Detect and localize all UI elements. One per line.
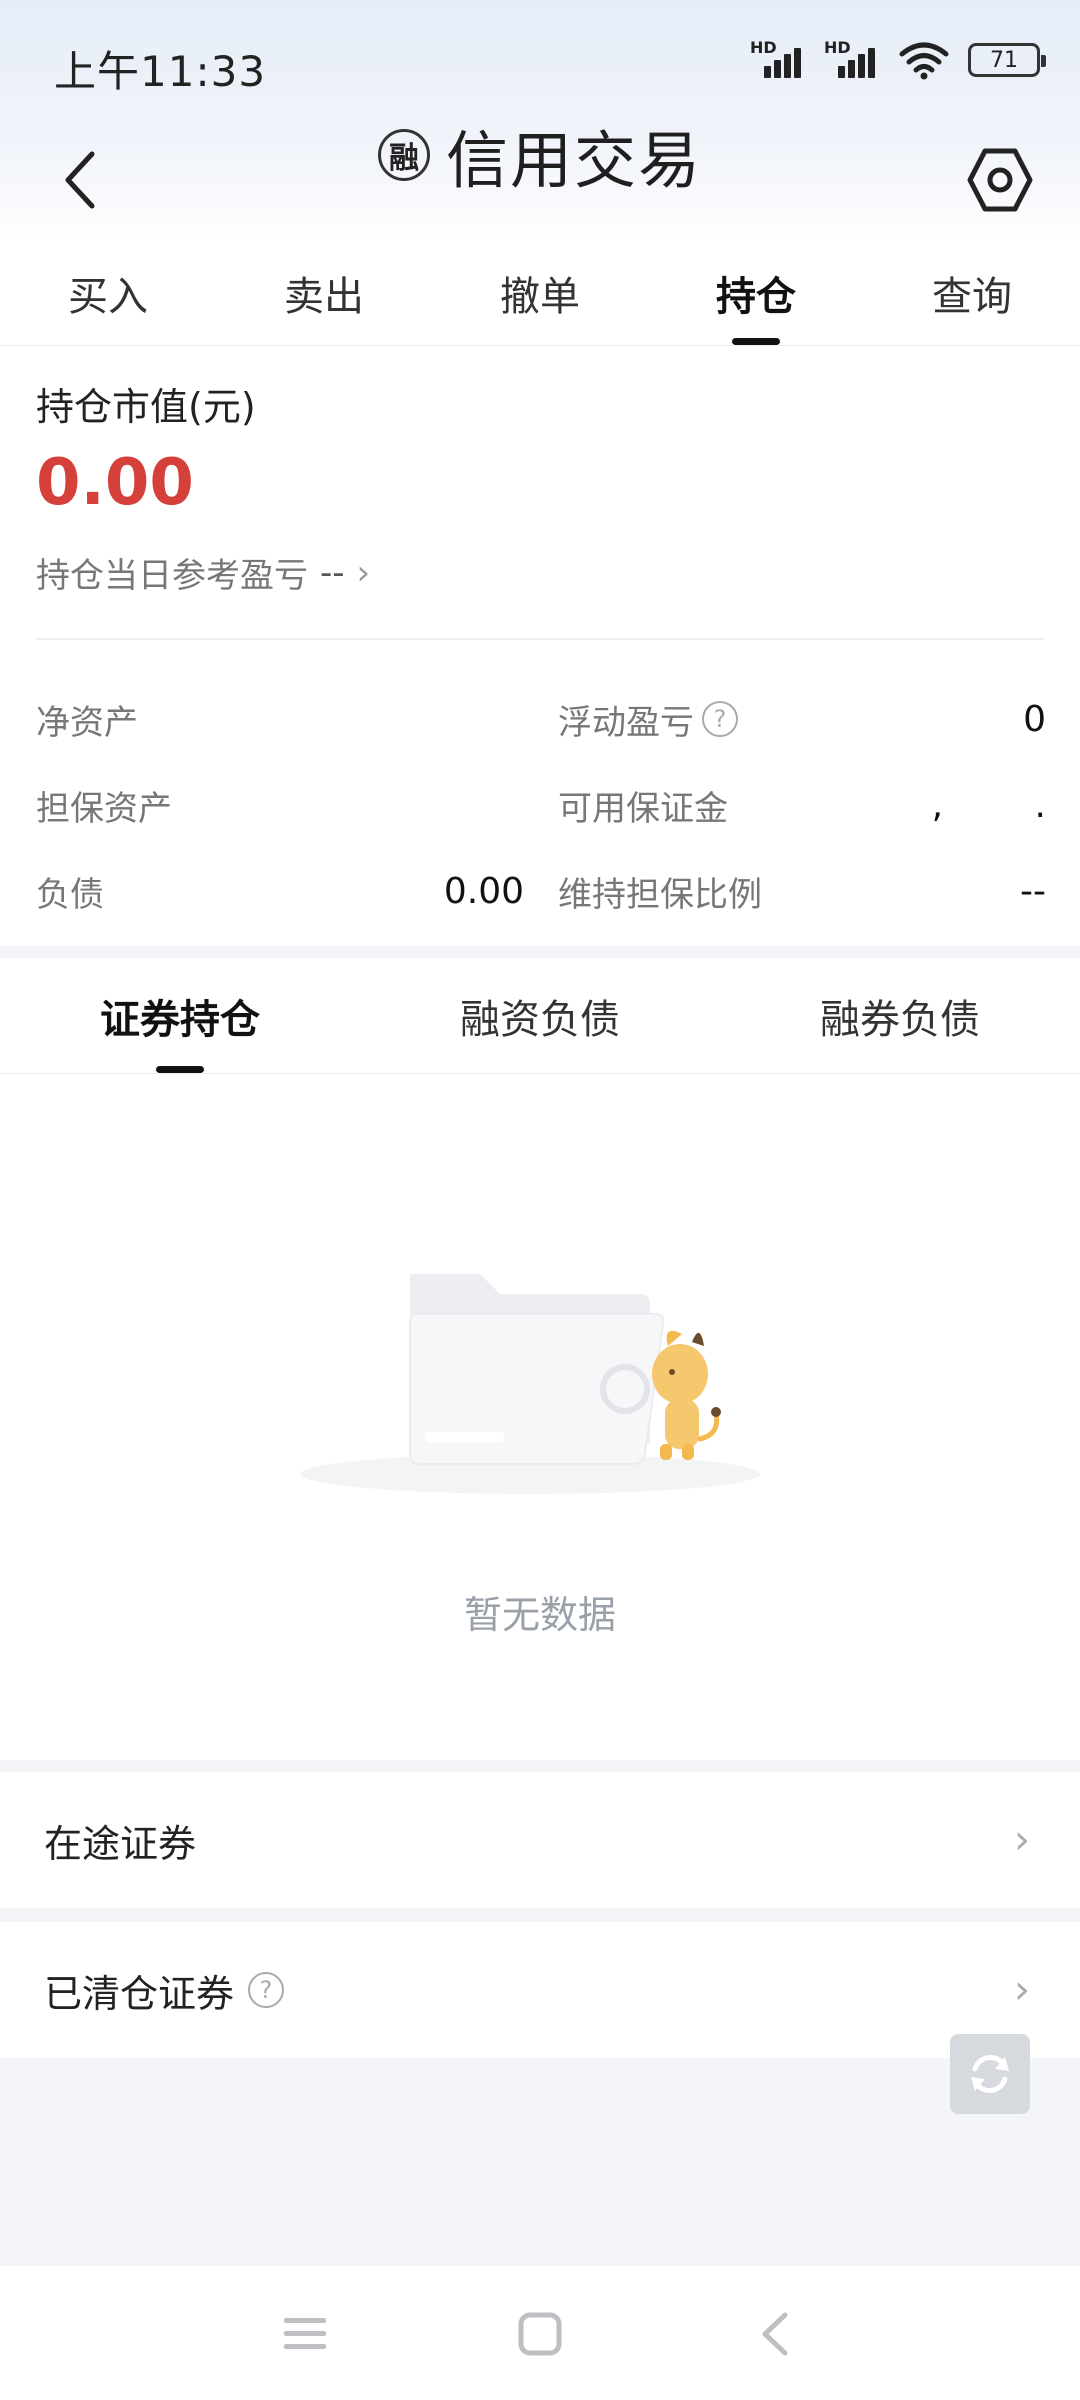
rong-badge-icon: 融	[377, 129, 430, 181]
maintenance-ratio-value: --	[1020, 870, 1046, 912]
position-tabs: 证券持仓 融资负债 融券负债	[0, 958, 1080, 1074]
wifi-icon	[899, 42, 949, 80]
net-assets-label: 净资产	[36, 702, 138, 743]
liabilities-label: 负债	[36, 874, 104, 915]
cleared-securities-label-wrap: 已清仓证券 ?	[44, 1963, 285, 2018]
chevron-right-icon: ›	[356, 552, 371, 593]
cleared-securities-row[interactable]: 已清仓证券 ? ›	[0, 1922, 1080, 2058]
status-icons: HD HD 71	[750, 38, 1046, 80]
market-value-label: 持仓市值(元)	[36, 385, 256, 429]
section-gap	[0, 1760, 1080, 1772]
tab-securities-holdings[interactable]: 证券持仓	[0, 958, 360, 1073]
tab-holdings[interactable]: 持仓	[648, 240, 864, 345]
nav-menu-button[interactable]	[275, 2306, 335, 2362]
daily-pnl-label: 持仓当日参考盈亏	[36, 556, 308, 596]
bottom-spacer	[0, 2058, 1080, 2266]
section-gap	[0, 1908, 1080, 1922]
chevron-right-icon: ›	[1014, 1817, 1030, 1863]
collateral-assets-label: 担保资产	[36, 788, 172, 829]
empty-folder-illustration	[300, 1274, 760, 1494]
liabilities-value: 0.00	[443, 870, 524, 912]
empty-text: 暂无数据	[463, 1593, 616, 1637]
in-transit-securities-row[interactable]: 在途证券 ›	[0, 1772, 1080, 1908]
floating-pnl-value: 0	[1023, 698, 1046, 740]
signal-icon: HD	[750, 38, 806, 80]
menu-icon	[284, 2318, 326, 2349]
help-icon[interactable]: ?	[702, 701, 738, 737]
available-margin-value: , .	[931, 784, 1046, 826]
refresh-icon	[971, 2055, 1009, 2093]
nav-home-button[interactable]	[510, 2306, 570, 2362]
account-metrics: 净资产 浮动盈亏 ? 0 担保资产 可用保证金 , . 负债 0.00 维持担保…	[36, 676, 1046, 934]
refresh-button[interactable]	[950, 2034, 1030, 2114]
market-value: 0.00	[36, 446, 194, 520]
tab-query[interactable]: 查询	[864, 240, 1080, 345]
metric-row: 净资产 浮动盈亏 ? 0	[36, 676, 1046, 762]
battery-icon: 71	[968, 43, 1046, 77]
system-nav-bar	[0, 2266, 1080, 2400]
section-gap	[0, 946, 1080, 958]
metric-row: 担保资产 可用保证金 , .	[36, 762, 1046, 848]
signal-icon: HD	[824, 38, 880, 80]
holdings-summary: 持仓市值(元) 0.00 持仓当日参考盈亏 -- › 净资产 浮动盈亏 ? 0	[0, 346, 1080, 946]
maintenance-ratio-label: 维持担保比例	[558, 874, 762, 915]
metric-row: 负债 0.00 维持担保比例 --	[36, 848, 1046, 934]
settings-icon	[967, 148, 1033, 212]
back-icon	[762, 2312, 788, 2356]
tab-margin-debt[interactable]: 融资负债	[360, 958, 720, 1073]
tab-short-debt[interactable]: 融券负债	[720, 958, 1080, 1073]
tab-sell[interactable]: 卖出	[216, 240, 432, 345]
credit-trading-page: 上午11:33 HD HD 71 融 信用交易 买入 卖出 撤单 持仓 查询 持…	[0, 0, 1080, 2400]
settings-button[interactable]	[960, 140, 1040, 220]
in-transit-securities-label: 在途证券	[44, 1821, 197, 1866]
hd-label: HD	[824, 38, 851, 57]
title-text: 信用交易	[445, 124, 702, 197]
main-tabs: 买入 卖出 撤单 持仓 查询	[0, 240, 1080, 346]
daily-pnl-link[interactable]: 持仓当日参考盈亏 -- ›	[36, 548, 370, 597]
help-icon[interactable]: ?	[248, 1972, 285, 2008]
cleared-securities-label: 已清仓证券	[44, 1971, 235, 2016]
hd-label: HD	[750, 38, 777, 57]
home-icon	[518, 2312, 562, 2356]
title-bar: 融 信用交易	[0, 110, 1080, 230]
page-title: 融 信用交易	[0, 110, 1080, 200]
floating-pnl-label: 浮动盈亏	[558, 702, 694, 743]
floating-pnl-label-wrap: 浮动盈亏 ?	[558, 695, 738, 744]
daily-pnl-value: --	[320, 552, 345, 593]
tab-buy[interactable]: 买入	[0, 240, 216, 345]
nav-back-button[interactable]	[745, 2306, 805, 2362]
tab-cancel[interactable]: 撤单	[432, 240, 648, 345]
empty-state: 暂无数据	[0, 1074, 1080, 1760]
status-time: 上午11:33	[54, 47, 267, 96]
chevron-right-icon: ›	[1014, 1967, 1030, 2013]
available-margin-label: 可用保证金	[558, 788, 728, 829]
battery-level: 71	[990, 47, 1018, 73]
divider	[36, 638, 1044, 640]
